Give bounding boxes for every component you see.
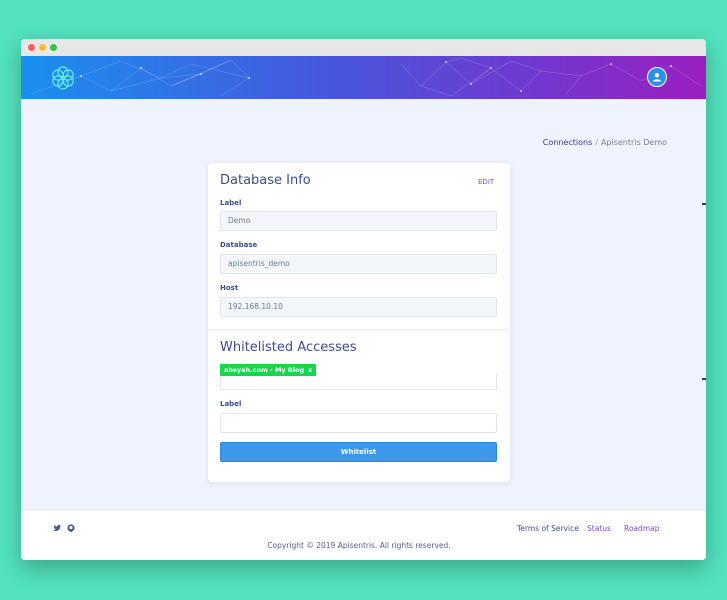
whitelist-tag: absyah.com - My Blog x xyxy=(220,364,317,376)
database-info-title: Database Info xyxy=(220,173,311,188)
host-field-label: Host xyxy=(220,284,239,292)
app-header xyxy=(21,56,706,99)
flower-logo-icon[interactable] xyxy=(49,64,77,92)
label-field-label: Label xyxy=(220,199,242,207)
tag-remove-icon[interactable]: x xyxy=(308,367,312,374)
section-divider xyxy=(208,329,510,330)
maximize-window-button[interactable] xyxy=(50,44,57,51)
breadcrumb-current: Apisentris Demo xyxy=(600,138,667,147)
scrollbar-marker[interactable] xyxy=(702,203,706,205)
network-mesh-decoration xyxy=(30,57,702,97)
edit-button[interactable]: EDIT xyxy=(478,178,494,186)
twitter-icon[interactable] xyxy=(53,524,61,532)
label-field[interactable]: Demo xyxy=(220,211,497,231)
status-link[interactable]: Status xyxy=(587,524,611,533)
host-field[interactable]: 192.168.10.10 xyxy=(220,297,497,317)
close-window-button[interactable] xyxy=(28,44,35,51)
minimize-window-button[interactable] xyxy=(39,44,46,51)
user-avatar-button[interactable] xyxy=(647,67,667,87)
whitelist-label-input[interactable] xyxy=(220,413,497,433)
footer: Terms of Service Status Roadmap Copyrigh… xyxy=(21,509,706,560)
breadcrumb-connections-link[interactable]: Connections xyxy=(543,138,592,147)
breadcrumb: Connections / Apisentris Demo xyxy=(501,138,667,147)
whitelist-button[interactable]: Whitelist xyxy=(220,442,497,462)
breadcrumb-separator: / xyxy=(595,138,598,147)
browser-window: Connections / Apisentris Demo Database Inf… xyxy=(21,39,706,560)
database-field[interactable]: apisentris_demo xyxy=(220,254,497,274)
whitelist-label-field-label: Label xyxy=(220,400,242,408)
github-icon[interactable] xyxy=(67,524,75,532)
database-field-label: Database xyxy=(220,241,258,249)
user-icon xyxy=(653,73,661,82)
whitelisted-accesses-title: Whitelisted Accesses xyxy=(220,340,357,355)
terms-of-service-link[interactable]: Terms of Service xyxy=(517,524,579,533)
window-titlebar xyxy=(21,39,706,56)
whitelist-host-input[interactable] xyxy=(220,374,497,390)
scrollbar-marker[interactable] xyxy=(702,378,706,380)
whitelist-tag-label: absyah.com - My Blog xyxy=(224,366,305,374)
roadmap-link[interactable]: Roadmap xyxy=(624,524,659,533)
copyright-text: Copyright © 2019 Apisentris. All rights … xyxy=(267,541,451,550)
connection-card: Database Info EDIT Label Demo Database a… xyxy=(208,163,510,482)
